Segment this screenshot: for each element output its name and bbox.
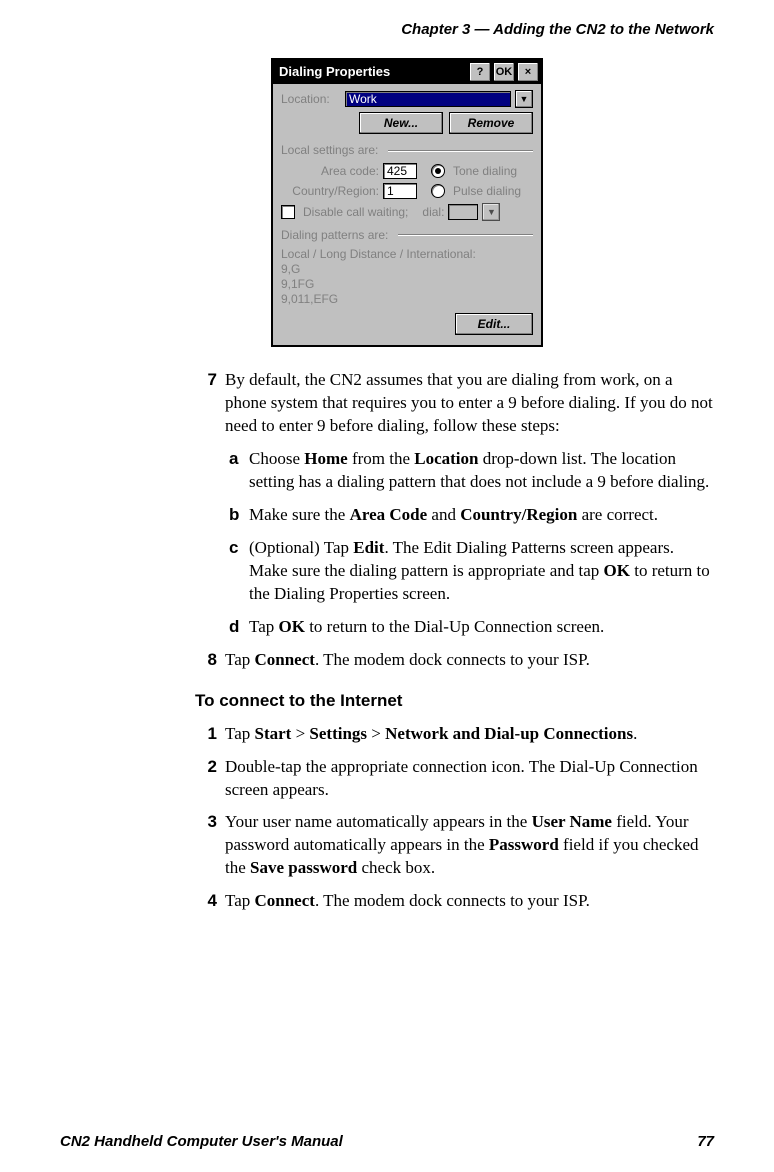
step-text: Double-tap the appropriate connection ic…: [225, 756, 714, 802]
pulse-radio[interactable]: [431, 184, 445, 198]
area-code-label: Area code:: [281, 163, 379, 179]
pattern-line: 9,G: [281, 262, 533, 277]
patterns-label: Dialing patterns are:: [281, 227, 388, 243]
remove-button[interactable]: Remove: [449, 112, 533, 134]
location-label: Location:: [281, 91, 341, 107]
dial-dropdown-arrow-icon[interactable]: ▼: [482, 203, 500, 221]
step-number: 8: [195, 649, 225, 672]
divider: [388, 150, 533, 152]
pattern-line: 9,1FG: [281, 277, 533, 292]
ok-titlebar-button[interactable]: OK: [493, 62, 515, 82]
pulse-label: Pulse dialing: [453, 183, 521, 199]
substep-text: Tap OK to return to the Dial-Up Connecti…: [249, 616, 714, 639]
substep-text: Choose Home from the Location drop-down …: [249, 448, 714, 494]
substep-text: Make sure the Area Code and Country/Regi…: [249, 504, 714, 527]
dialing-properties-dialog: Dialing Properties ? OK × Location: Work…: [271, 58, 543, 347]
dropdown-arrow-icon[interactable]: ▼: [515, 90, 533, 108]
dialog-titlebar: Dialing Properties ? OK ×: [273, 60, 541, 84]
dialog-title: Dialing Properties: [279, 63, 390, 81]
tone-radio[interactable]: [431, 164, 445, 178]
substep-text: (Optional) Tap Edit. The Edit Dialing Pa…: [249, 537, 714, 606]
page-number: 77: [697, 1132, 714, 1152]
step-text: Your user name automatically appears in …: [225, 811, 714, 880]
location-dropdown[interactable]: Work: [345, 91, 511, 107]
step-text: Tap Start > Settings > Network and Dial-…: [225, 723, 714, 746]
substep-letter: a: [229, 448, 249, 494]
step-text: By default, the CN2 assumes that you are…: [225, 370, 713, 435]
step-text: Tap Connect. The modem dock connects to …: [225, 649, 714, 672]
section-heading: To connect to the Internet: [195, 690, 714, 713]
pattern-line: 9,011,EFG: [281, 292, 533, 307]
step-number: 1: [195, 723, 225, 746]
help-button[interactable]: ?: [469, 62, 491, 82]
running-header: Chapter 3 — Adding the CN2 to the Networ…: [100, 20, 714, 40]
dial-input[interactable]: [448, 204, 478, 220]
edit-button[interactable]: Edit...: [455, 313, 533, 335]
substep-letter: b: [229, 504, 249, 527]
local-settings-label: Local settings are:: [281, 142, 378, 158]
patterns-sublabel: Local / Long Distance / International:: [281, 247, 533, 262]
close-button[interactable]: ×: [517, 62, 539, 82]
step-number: 7: [195, 369, 225, 638]
tone-label: Tone dialing: [453, 163, 517, 179]
disable-call-waiting-checkbox[interactable]: [281, 205, 295, 219]
country-input[interactable]: 1: [383, 183, 417, 199]
disable-call-waiting-label: Disable call waiting;: [303, 204, 408, 220]
area-code-input[interactable]: 425: [383, 163, 417, 179]
step-number: 3: [195, 811, 225, 880]
dial-label: dial:: [422, 204, 444, 220]
step-number: 2: [195, 756, 225, 802]
divider: [398, 234, 533, 236]
new-button[interactable]: New...: [359, 112, 443, 134]
footer-title: CN2 Handheld Computer User's Manual: [60, 1132, 343, 1152]
country-label: Country/Region:: [281, 183, 379, 199]
substep-letter: c: [229, 537, 249, 606]
substep-letter: d: [229, 616, 249, 639]
step-text: Tap Connect. The modem dock connects to …: [225, 890, 714, 913]
step-number: 4: [195, 890, 225, 913]
